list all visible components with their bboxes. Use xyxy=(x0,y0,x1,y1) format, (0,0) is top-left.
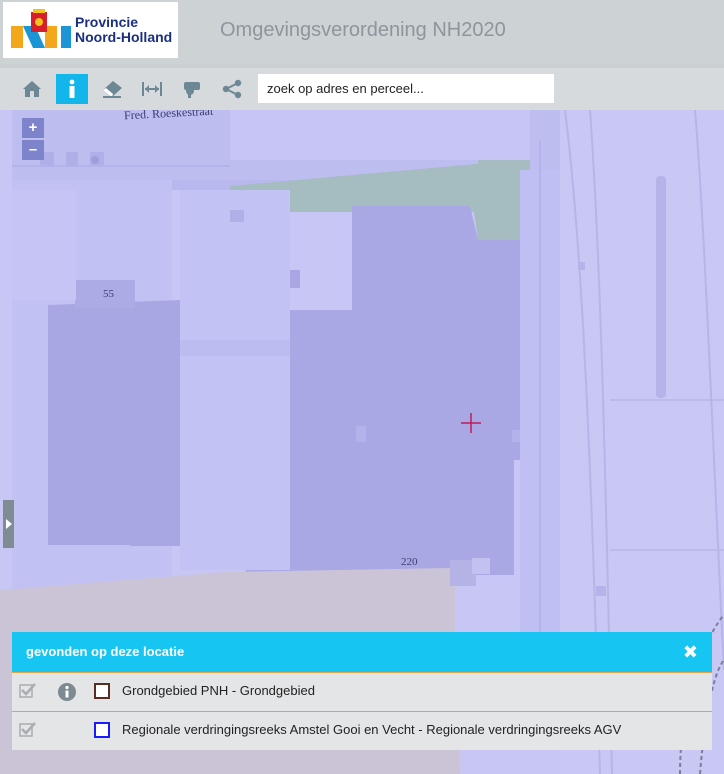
home-button[interactable] xyxy=(16,74,48,104)
nh-logo-mark xyxy=(9,8,73,52)
toolbar xyxy=(0,68,724,110)
measure-button[interactable] xyxy=(136,74,168,104)
search-input[interactable] xyxy=(258,74,554,103)
result-row: Grondgebied PNH - Grondgebied xyxy=(12,672,712,711)
results-panel: gevonden op deze locatie ✖ Grondgebied P… xyxy=(12,632,712,754)
legend-swatch xyxy=(94,683,110,699)
close-icon[interactable]: ✖ xyxy=(683,632,698,672)
result-row: Regionale verdringingsreeks Amstel Gooi … xyxy=(12,711,712,750)
logo[interactable]: Provincie Noord-Holland xyxy=(3,2,178,58)
result-label: Regionale verdringingsreeks Amstel Gooi … xyxy=(122,722,622,737)
location-icon xyxy=(184,82,200,98)
zoom-controls: + – xyxy=(22,118,44,162)
home-icon xyxy=(23,81,41,97)
eraser-button[interactable] xyxy=(96,74,128,104)
zoom-in-button[interactable]: + xyxy=(22,118,44,138)
eraser-icon xyxy=(103,81,122,98)
legend-swatch xyxy=(94,722,110,738)
share-icon xyxy=(222,79,242,99)
side-panel-toggle[interactable] xyxy=(3,500,14,548)
logo-text: Provincie Noord-Holland xyxy=(75,14,173,45)
info-icon[interactable] xyxy=(57,682,77,705)
zoom-out-button[interactable]: – xyxy=(22,140,44,160)
house-number-55: 55 xyxy=(103,288,114,300)
result-label: Grondgebied PNH - Grondgebied xyxy=(122,683,315,698)
house-number-220: 220 xyxy=(401,556,418,568)
checkmark-icon[interactable] xyxy=(19,682,37,701)
app-title: Omgevingsverordening NH2020 xyxy=(220,19,506,41)
results-title: gevonden op deze locatie xyxy=(26,644,185,659)
measure-icon xyxy=(142,82,162,96)
header: Provincie Noord-Holland Omgevingsverorde… xyxy=(0,0,724,64)
share-button[interactable] xyxy=(216,74,248,104)
checkmark-icon[interactable] xyxy=(19,721,37,740)
info-button[interactable] xyxy=(56,74,88,104)
info-icon xyxy=(69,79,75,98)
location-button[interactable] xyxy=(176,74,208,104)
results-header: gevonden op deze locatie ✖ xyxy=(12,632,712,672)
